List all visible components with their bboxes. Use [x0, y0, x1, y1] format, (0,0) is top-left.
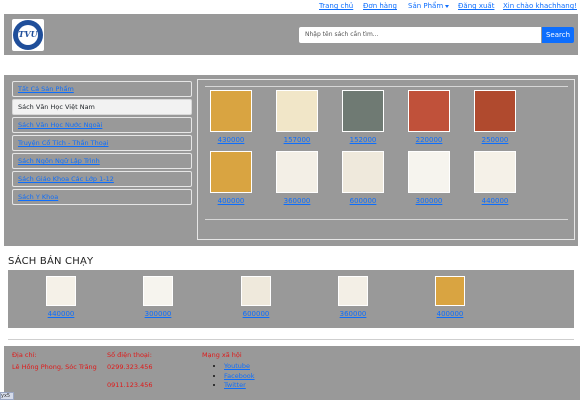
- nav-home-link[interactable]: Trang chủ: [319, 2, 353, 10]
- product-card[interactable]: 300000: [407, 151, 451, 205]
- best-sellers-panel: 440000 300000 600000 360000 400000: [8, 270, 574, 328]
- product-card[interactable]: 600000: [341, 151, 385, 205]
- product-card[interactable]: 157000: [275, 90, 319, 144]
- book-cover-image[interactable]: [408, 90, 450, 132]
- product-price-link[interactable]: 440000: [473, 197, 517, 205]
- product-panel: 430000 157000 152000 220000 250000 400000 3600…: [197, 79, 575, 240]
- product-price-link[interactable]: 300000: [407, 197, 451, 205]
- product-card[interactable]: 360000: [275, 151, 319, 205]
- nav-products-dropdown[interactable]: Sản Phẩm: [408, 2, 450, 10]
- best-seller-price-link[interactable]: 440000: [39, 310, 83, 318]
- footer-social-item: Facebook: [224, 372, 255, 380]
- nav-logout-link[interactable]: Đăng xuất: [458, 2, 494, 10]
- product-price-link[interactable]: 220000: [407, 136, 451, 144]
- book-cover-image[interactable]: [210, 151, 252, 193]
- product-divider-bottom: [205, 219, 568, 220]
- facebook-link[interactable]: Facebook: [224, 372, 255, 380]
- category-item[interactable]: Truyện Cổ Tích - Thần Thoại: [12, 135, 192, 151]
- best-seller-price-link[interactable]: 600000: [234, 310, 278, 318]
- book-cover-image[interactable]: [241, 276, 271, 306]
- search-button[interactable]: Search: [542, 27, 574, 43]
- site-logo[interactable]: TVU: [12, 19, 44, 51]
- best-seller-card[interactable]: 600000: [234, 276, 278, 318]
- footer-social-list: Youtube Facebook Twitter: [216, 362, 255, 391]
- site-header: TVU Nhập tên sách cần tìm... Search: [4, 14, 578, 55]
- book-cover-image[interactable]: [338, 276, 368, 306]
- youtube-link[interactable]: Youtube: [224, 362, 250, 370]
- site-footer: Địa chỉ: Lê Hồng Phong, Sóc Trăng Số điệ…: [4, 346, 580, 400]
- logo-ring: TVU: [13, 20, 43, 50]
- product-card[interactable]: 440000: [473, 151, 517, 205]
- nav-products-label: Sản Phẩm: [408, 2, 444, 10]
- book-cover-image[interactable]: [342, 151, 384, 193]
- footer-phone-2: 0911.123.456: [107, 381, 153, 389]
- book-cover-image[interactable]: [276, 151, 318, 193]
- best-seller-price-link[interactable]: 360000: [331, 310, 375, 318]
- nav-orders-link[interactable]: Đơn hàng: [363, 2, 397, 10]
- logo-center: TVU: [18, 25, 38, 45]
- product-card[interactable]: 152000: [341, 90, 385, 144]
- book-cover-image[interactable]: [474, 90, 516, 132]
- product-price-link[interactable]: 430000: [209, 136, 253, 144]
- book-cover-image[interactable]: [408, 151, 450, 193]
- category-item[interactable]: Tất Cả Sản Phẩm: [12, 81, 192, 97]
- book-cover-image[interactable]: [474, 151, 516, 193]
- best-seller-card[interactable]: 300000: [136, 276, 180, 318]
- nav-greeting-link[interactable]: Xin chào khachhang!: [503, 2, 577, 10]
- main-content: Tất Cả Sản Phẩm Sách Văn Học Việt Nam Sách…: [4, 75, 578, 246]
- best-seller-card[interactable]: 360000: [331, 276, 375, 318]
- top-navbar: Trang chủ Đơn hàng Sản Phẩm Đăng xuất Xi…: [0, 0, 586, 14]
- category-item[interactable]: Sách Văn Học Việt Nam: [12, 99, 192, 115]
- book-cover-image[interactable]: [46, 276, 76, 306]
- footer-address-label: Địa chỉ:: [12, 351, 37, 359]
- footer-social-label: Mạng xã hội: [202, 351, 242, 359]
- product-price-link[interactable]: 360000: [275, 197, 319, 205]
- footer-social-item: Twitter: [224, 381, 255, 389]
- product-card[interactable]: 430000: [209, 90, 253, 144]
- product-card[interactable]: 220000: [407, 90, 451, 144]
- best-seller-card[interactable]: 400000: [428, 276, 472, 318]
- product-card[interactable]: 400000: [209, 151, 253, 205]
- section-divider: [8, 339, 574, 340]
- product-card[interactable]: 250000: [473, 90, 517, 144]
- footer-social-item: Youtube: [224, 362, 255, 370]
- product-price-link[interactable]: 250000: [473, 136, 517, 144]
- product-price-link[interactable]: 157000: [275, 136, 319, 144]
- best-sellers-title: SÁCH BÁN CHẠY: [8, 256, 94, 267]
- book-cover-image[interactable]: [435, 276, 465, 306]
- category-item[interactable]: Sách Y Khoa: [12, 189, 192, 205]
- status-tab[interactable]: yx5: [0, 392, 14, 400]
- logo-text: TVU: [18, 29, 38, 39]
- book-cover-image[interactable]: [143, 276, 173, 306]
- category-item[interactable]: Sách Văn Học Nước Ngoài: [12, 117, 192, 133]
- twitter-link[interactable]: Twitter: [224, 381, 246, 389]
- best-seller-price-link[interactable]: 400000: [428, 310, 472, 318]
- product-price-link[interactable]: 152000: [341, 136, 385, 144]
- chevron-down-icon: [445, 4, 450, 8]
- best-seller-card[interactable]: 440000: [39, 276, 83, 318]
- category-item[interactable]: Sách Giáo Khoa Các Lớp 1-12: [12, 171, 192, 187]
- footer-phone-label: Số điện thoại:: [107, 351, 152, 359]
- footer-address-value: Lê Hồng Phong, Sóc Trăng: [12, 363, 97, 371]
- book-cover-image[interactable]: [342, 90, 384, 132]
- best-seller-price-link[interactable]: 300000: [136, 310, 180, 318]
- book-cover-image[interactable]: [276, 90, 318, 132]
- footer-phone-1: 0299.323.456: [107, 363, 153, 371]
- product-price-link[interactable]: 600000: [341, 197, 385, 205]
- book-cover-image[interactable]: [210, 90, 252, 132]
- product-divider-top: [205, 86, 568, 87]
- search-input[interactable]: Nhập tên sách cần tìm...: [299, 27, 541, 43]
- category-item[interactable]: Sách Ngôn Ngữ Lập Trình: [12, 153, 192, 169]
- product-price-link[interactable]: 400000: [209, 197, 253, 205]
